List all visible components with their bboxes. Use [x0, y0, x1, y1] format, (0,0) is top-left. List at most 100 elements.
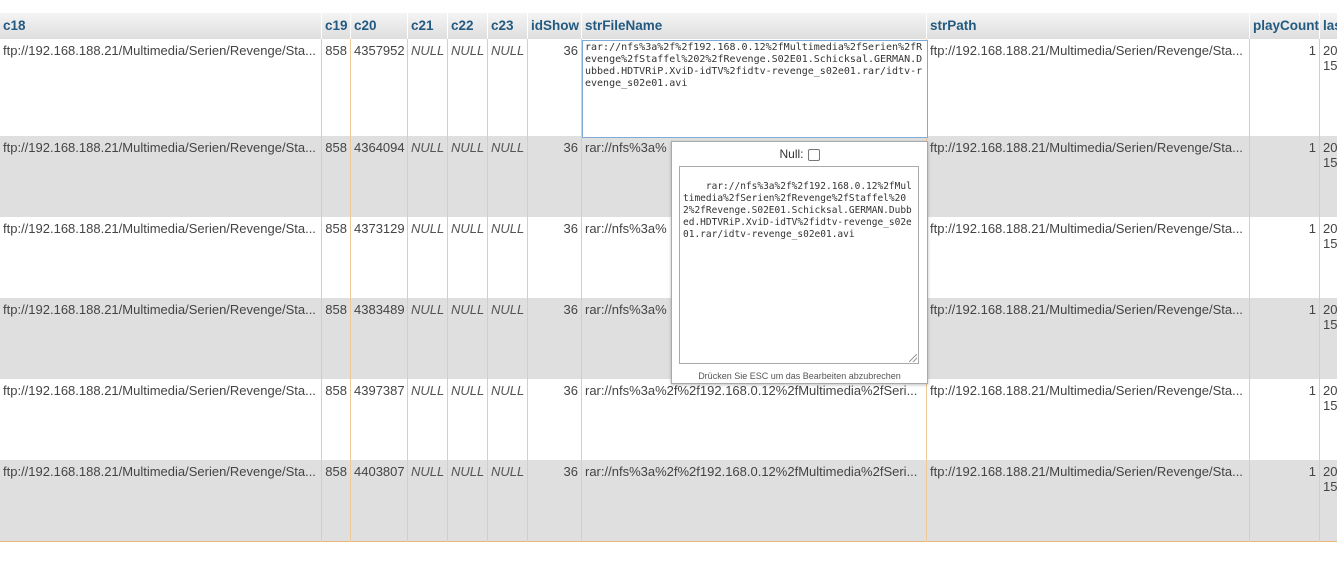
- cell-idshow[interactable]: 36: [528, 39, 582, 136]
- popup-hint-text: Drücken Sie ESC um das Bearbeiten abzubr…: [698, 371, 901, 381]
- cell-c18[interactable]: ftp://192.168.188.21/Multimedia/Serien/R…: [0, 460, 322, 541]
- header-divider: [1319, 13, 1320, 39]
- cell-las-line2: 15: [1323, 398, 1337, 413]
- column-divider: [321, 39, 322, 542]
- table-row[interactable]: ftp://192.168.188.21/Multimedia/Serien/R…: [0, 298, 1337, 379]
- table-row[interactable]: ftp://192.168.188.21/Multimedia/Serien/R…: [0, 217, 1337, 298]
- table-header: c18 c19 c20 c21 c22 c23 idShow strFileName strPa…: [0, 13, 1337, 40]
- cell-playcount[interactable]: 1: [1250, 298, 1320, 379]
- column-header-c20[interactable]: c20: [351, 13, 408, 39]
- column-header-strfilename[interactable]: strFileName: [582, 13, 927, 39]
- column-header-idshow[interactable]: idShow: [528, 13, 582, 39]
- strfilename-inline-edit-field[interactable]: rar://nfs%3a%2f%2f192.168.0.12%2fMultime…: [582, 40, 928, 138]
- column-header-las[interactable]: las: [1320, 13, 1337, 39]
- cell-playcount[interactable]: 1: [1250, 217, 1320, 298]
- header-divider: [1249, 13, 1250, 39]
- cell-strfilename[interactable]: rar://nfs%3a%2f%2f192.168.0.12%2fMultime…: [582, 379, 927, 460]
- table-row[interactable]: ftp://192.168.188.21/Multimedia/Serien/R…: [0, 460, 1337, 542]
- cell-playcount[interactable]: 1: [1250, 379, 1320, 460]
- null-toggle: Null:: [672, 147, 927, 161]
- cell-las[interactable]: 20 15: [1320, 460, 1337, 541]
- cell-idshow[interactable]: 36: [528, 136, 582, 217]
- cell-c22[interactable]: NULL: [448, 39, 488, 136]
- column-divider: [447, 39, 448, 542]
- cell-las-line1: 20: [1323, 140, 1337, 155]
- column-header-c23[interactable]: c23: [488, 13, 528, 39]
- cell-c20[interactable]: 4383489: [351, 298, 408, 379]
- column-header-c22[interactable]: c22: [448, 13, 488, 39]
- cell-c18[interactable]: ftp://192.168.188.21/Multimedia/Serien/R…: [0, 298, 322, 379]
- resize-grip-icon[interactable]: [909, 354, 917, 362]
- cell-strpath[interactable]: ftp://192.168.188.21/Multimedia/Serien/R…: [927, 298, 1250, 379]
- cell-strpath[interactable]: ftp://192.168.188.21/Multimedia/Serien/R…: [927, 379, 1250, 460]
- cell-las-line2: 15: [1323, 317, 1337, 332]
- cell-c23[interactable]: NULL: [488, 379, 528, 460]
- header-divider: [926, 13, 927, 39]
- column-header-c19[interactable]: c19: [322, 13, 351, 39]
- cell-playcount[interactable]: 1: [1250, 39, 1320, 136]
- cell-c20[interactable]: 4397387: [351, 379, 408, 460]
- column-header-c18[interactable]: c18: [0, 13, 322, 39]
- cell-las[interactable]: 20 15: [1320, 379, 1337, 460]
- cell-idshow[interactable]: 36: [528, 298, 582, 379]
- cell-c23[interactable]: NULL: [488, 136, 528, 217]
- cell-c21[interactable]: NULL: [408, 217, 448, 298]
- header-divider: [321, 13, 322, 39]
- cell-idshow[interactable]: 36: [528, 217, 582, 298]
- cell-c22[interactable]: NULL: [448, 136, 488, 217]
- null-label: Null:: [779, 147, 804, 161]
- cell-c18[interactable]: ftp://192.168.188.21/Multimedia/Serien/R…: [0, 39, 322, 136]
- cell-idshow[interactable]: 36: [528, 460, 582, 541]
- cell-c22[interactable]: NULL: [448, 460, 488, 541]
- table-row[interactable]: ftp://192.168.188.21/Multimedia/Serien/R…: [0, 136, 1337, 217]
- cell-las[interactable]: 20 15: [1320, 39, 1337, 136]
- cell-c21[interactable]: NULL: [408, 39, 448, 136]
- cell-idshow[interactable]: 36: [528, 379, 582, 460]
- cell-c23[interactable]: NULL: [488, 460, 528, 541]
- cell-c23[interactable]: NULL: [488, 217, 528, 298]
- cell-c19[interactable]: 858: [322, 298, 351, 379]
- cell-c21[interactable]: NULL: [408, 460, 448, 541]
- cell-strpath[interactable]: ftp://192.168.188.21/Multimedia/Serien/R…: [927, 136, 1250, 217]
- cell-c22[interactable]: NULL: [448, 217, 488, 298]
- cell-playcount[interactable]: 1: [1250, 460, 1320, 541]
- cell-c22[interactable]: NULL: [448, 298, 488, 379]
- cell-c21[interactable]: NULL: [408, 298, 448, 379]
- cell-c18[interactable]: ftp://192.168.188.21/Multimedia/Serien/R…: [0, 379, 322, 460]
- cell-strpath[interactable]: ftp://192.168.188.21/Multimedia/Serien/R…: [927, 39, 1250, 136]
- cell-c21[interactable]: NULL: [408, 379, 448, 460]
- cell-c20[interactable]: 4364094: [351, 136, 408, 217]
- cell-c19[interactable]: 858: [322, 460, 351, 541]
- cell-c19[interactable]: 858: [322, 136, 351, 217]
- cell-strpath[interactable]: ftp://192.168.188.21/Multimedia/Serien/R…: [927, 460, 1250, 541]
- column-divider: [487, 39, 488, 542]
- header-divider: [407, 13, 408, 39]
- cell-c19[interactable]: 858: [322, 39, 351, 136]
- null-checkbox[interactable]: [807, 148, 820, 161]
- cell-c22[interactable]: NULL: [448, 379, 488, 460]
- cell-las[interactable]: 20 15: [1320, 136, 1337, 217]
- cell-playcount[interactable]: 1: [1250, 136, 1320, 217]
- cell-strfilename[interactable]: rar://nfs%3a%2f%2f192.168.0.12%2fMultime…: [582, 460, 927, 541]
- cell-c20[interactable]: 4373129: [351, 217, 408, 298]
- cell-c18[interactable]: ftp://192.168.188.21/Multimedia/Serien/R…: [0, 136, 322, 217]
- cell-las-line2: 15: [1323, 479, 1337, 494]
- column-header-playcount[interactable]: playCount: [1250, 13, 1320, 39]
- cell-c19[interactable]: 858: [322, 217, 351, 298]
- cell-las[interactable]: 20 15: [1320, 217, 1337, 298]
- cell-edit-popup: Null: rar://nfs%3a%2f%2f192.168.0.12%2fM…: [671, 141, 928, 384]
- table-row[interactable]: ftp://192.168.188.21/Multimedia/Serien/R…: [0, 379, 1337, 460]
- cell-c20[interactable]: 4357952: [351, 39, 408, 136]
- column-header-strpath[interactable]: strPath: [927, 13, 1250, 39]
- column-header-c21[interactable]: c21: [408, 13, 448, 39]
- cell-las[interactable]: 20 15: [1320, 298, 1337, 379]
- cell-c23[interactable]: NULL: [488, 39, 528, 136]
- cell-c23[interactable]: NULL: [488, 298, 528, 379]
- cell-c19[interactable]: 858: [322, 379, 351, 460]
- cell-c18[interactable]: ftp://192.168.188.21/Multimedia/Serien/R…: [0, 217, 322, 298]
- cell-c21[interactable]: NULL: [408, 136, 448, 217]
- popup-value-textarea[interactable]: rar://nfs%3a%2f%2f192.168.0.12%2fMultime…: [679, 166, 919, 364]
- cell-las-line1: 20: [1323, 464, 1337, 479]
- cell-c20[interactable]: 4403807: [351, 460, 408, 541]
- cell-strpath[interactable]: ftp://192.168.188.21/Multimedia/Serien/R…: [927, 217, 1250, 298]
